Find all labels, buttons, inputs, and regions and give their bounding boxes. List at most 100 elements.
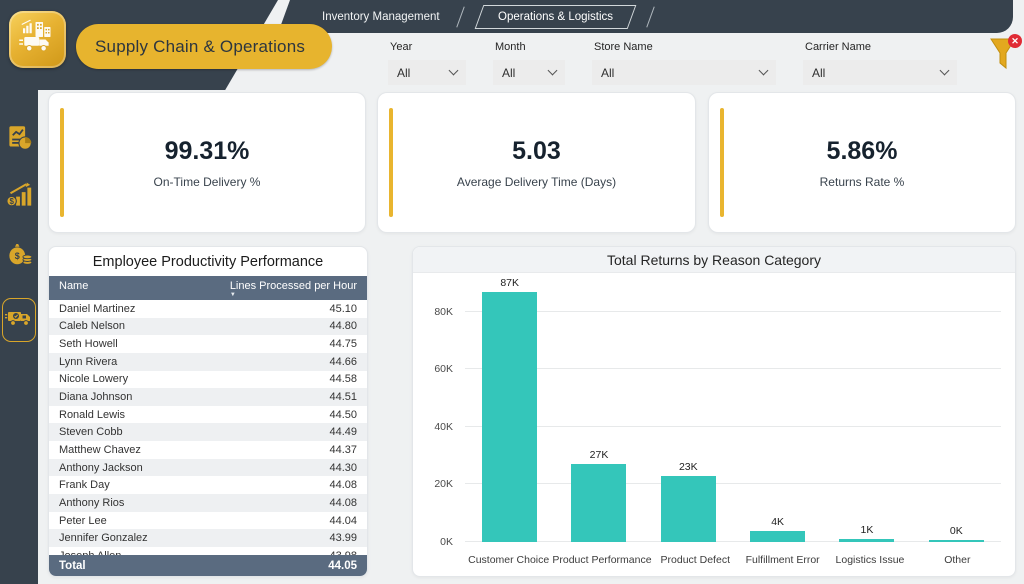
column-header-name[interactable]: Name xyxy=(59,280,88,292)
tab-band: Inventory Management Operations & Logist… xyxy=(296,0,1013,33)
lines-per-hour-value: 44.51 xyxy=(329,391,357,403)
funnel-icon xyxy=(988,62,1018,79)
table-row[interactable]: Anthony Rios44.08 xyxy=(49,494,367,512)
tab-operations-logistics[interactable]: Operations & Logistics xyxy=(474,5,636,29)
chevron-down-icon xyxy=(449,66,459,76)
table-row[interactable]: Diana Johnson44.51 xyxy=(49,388,367,406)
sidebar-item-logistics[interactable] xyxy=(2,298,36,342)
bar-product-defect[interactable] xyxy=(661,476,716,542)
chevron-down-icon xyxy=(759,66,769,76)
kpi-card-average-delivery-time: 5.03 Average Delivery Time (Days) xyxy=(377,92,696,233)
bar-value-label: 0K xyxy=(950,525,963,537)
kpi-label: Returns Rate % xyxy=(820,175,905,189)
filter-bar: YearAllMonthAllStore NameAllCarrier Name… xyxy=(388,41,957,85)
table-row[interactable]: Frank Day 44.08 xyxy=(49,476,367,494)
clear-filter-x-badge: ✕ xyxy=(1008,34,1022,48)
y-tick-label: 40K xyxy=(434,421,453,433)
filter-year: YearAll xyxy=(388,41,466,85)
filter-label: Carrier Name xyxy=(805,41,957,53)
bar-other[interactable] xyxy=(929,540,984,542)
bar-column: 87K xyxy=(465,277,554,542)
employee-name: Anthony Rios xyxy=(59,497,124,509)
filter-label: Store Name xyxy=(594,41,776,53)
svg-text:$: $ xyxy=(14,251,19,261)
sidebar-nav: $ $ xyxy=(0,124,38,342)
sidebar-item-finance[interactable]: $ xyxy=(2,240,36,272)
lines-per-hour-value: 44.08 xyxy=(329,479,357,491)
column-header-lines-per-hour[interactable]: Lines Processed per Hour ▼ xyxy=(230,280,357,298)
total-label: Total xyxy=(59,560,86,572)
x-axis-label: Fulfillment Error xyxy=(739,554,826,566)
bar-column: 23K xyxy=(644,461,733,542)
table-row[interactable]: Anthony Jackson44.30 xyxy=(49,459,367,477)
lines-per-hour-value: 44.66 xyxy=(329,356,357,368)
lines-per-hour-value: 44.50 xyxy=(329,409,357,421)
table-row[interactable]: Daniel Martinez45.10 xyxy=(49,300,367,318)
clear-filters-button[interactable]: ✕ xyxy=(988,37,1020,79)
money-bag-icon: $ xyxy=(6,240,33,272)
filter-dropdown[interactable]: All xyxy=(388,60,466,85)
table-body: Daniel Martinez45.10 Caleb Nelson 44.80 Set… xyxy=(49,300,367,555)
filter-dropdown[interactable]: All xyxy=(803,60,957,85)
employee-name: Seth Howell xyxy=(59,338,118,350)
lines-per-hour-value: 43.99 xyxy=(329,532,357,544)
table-row[interactable]: Caleb Nelson 44.80 xyxy=(49,318,367,336)
table-row[interactable]: Nicole Lowery 44.58 xyxy=(49,371,367,389)
table-row[interactable]: Matthew Chavez 44.37 xyxy=(49,441,367,459)
employee-name: Frank Day xyxy=(59,479,110,491)
employee-name: Matthew Chavez xyxy=(59,444,141,456)
column-header-label: Lines Processed per Hour xyxy=(230,280,357,292)
app-logo xyxy=(9,11,66,68)
sidebar-item-analytics[interactable] xyxy=(2,124,36,156)
chevron-down-icon xyxy=(940,66,950,76)
tab-inventory-management[interactable]: Inventory Management xyxy=(306,11,456,23)
employee-name: Caleb Nelson xyxy=(59,320,125,332)
table-row[interactable]: Ronald Lewis44.50 xyxy=(49,406,367,424)
kpi-accent-bar xyxy=(60,108,64,217)
kpi-accent-bar xyxy=(389,108,393,217)
table-row[interactable]: Lynn Rivera 44.66 xyxy=(49,353,367,371)
table-total-row: Total 44.05 xyxy=(49,555,367,576)
kpi-label: Average Delivery Time (Days) xyxy=(457,175,616,189)
lines-per-hour-value: 45.10 xyxy=(329,303,357,315)
analytics-report-icon xyxy=(6,124,33,156)
filter-dropdown[interactable]: All xyxy=(493,60,565,85)
x-axis-label: Product Performance xyxy=(552,554,651,566)
employee-name: Steven Cobb xyxy=(59,426,123,438)
filter-dropdown[interactable]: All xyxy=(592,60,776,85)
lines-per-hour-value: 44.37 xyxy=(329,444,357,456)
kpi-card-returns-rate: 5.86% Returns Rate % xyxy=(708,92,1016,233)
page-title: Supply Chain & Operations xyxy=(76,24,332,69)
y-tick-label: 20K xyxy=(434,478,453,490)
table-row[interactable]: Jennifer Gonzalez43.99 xyxy=(49,529,367,547)
filter-value: All xyxy=(812,66,825,80)
y-tick-label: 80K xyxy=(434,306,453,318)
table-row[interactable]: Steven Cobb 44.49 xyxy=(49,423,367,441)
employee-name: Peter Lee xyxy=(59,515,107,527)
bar-value-label: 1K xyxy=(861,524,874,536)
bar-fulfillment-error[interactable] xyxy=(750,531,805,543)
bar-value-label: 4K xyxy=(771,516,784,528)
lines-per-hour-value: 44.58 xyxy=(329,373,357,385)
lines-per-hour-value: 44.49 xyxy=(329,426,357,438)
employee-name: Lynn Rivera xyxy=(59,356,117,368)
x-axis-label: Customer Choice xyxy=(465,554,552,566)
app-logo-truck-buildings-icon xyxy=(18,17,58,62)
kpi-value: 99.31% xyxy=(154,137,261,166)
employee-name: Nicole Lowery xyxy=(59,373,128,385)
chart-plot: 0K20K40K60K80K 87K27K23K4K1K0K xyxy=(425,283,1001,542)
bar-customer-choice[interactable] xyxy=(482,292,537,542)
bar-product-performance[interactable] xyxy=(571,464,626,542)
bar-value-label: 23K xyxy=(679,461,698,473)
table-row[interactable]: Joseph Allen43.98 xyxy=(49,547,367,555)
lines-per-hour-value: 44.80 xyxy=(329,320,357,332)
tab-separator xyxy=(456,6,464,27)
table-row[interactable]: Peter Lee44.04 xyxy=(49,512,367,530)
bar-logistics-issue[interactable] xyxy=(839,539,894,542)
kpi-accent-bar xyxy=(720,108,724,217)
sidebar-item-sales-growth[interactable]: $ xyxy=(2,182,36,214)
filter-value: All xyxy=(397,66,410,80)
bar-column: 27K xyxy=(554,449,643,542)
table-title: Employee Productivity Performance xyxy=(49,247,367,276)
table-row[interactable]: Seth Howell44.75 xyxy=(49,335,367,353)
